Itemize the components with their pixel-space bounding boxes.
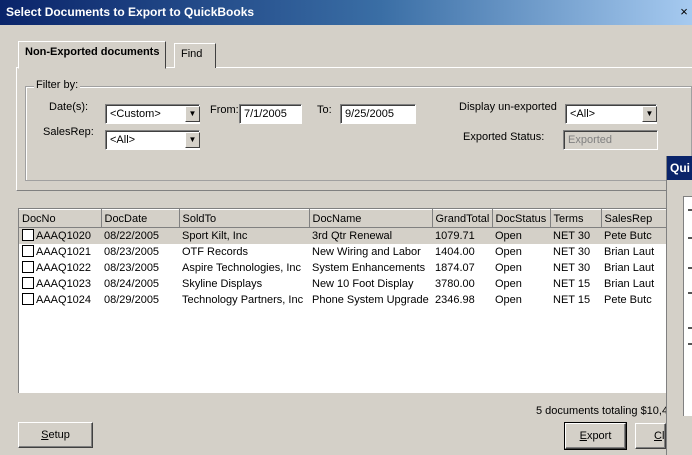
column-header-docstatus[interactable]: DocStatus xyxy=(492,209,551,228)
table-header-row: DocNo DocDate SoldTo DocName GrandTotal … xyxy=(19,209,678,228)
docname-cell: 3rd Qtr Renewal xyxy=(312,229,393,242)
docno-text: AAAQ1022 xyxy=(36,262,92,274)
overlay-text-fragment xyxy=(688,292,692,294)
terms-cell: NET 30 xyxy=(553,229,591,242)
docname-cell: New Wiring and Labor xyxy=(312,245,421,258)
row-checkbox[interactable] xyxy=(22,293,34,305)
docname-cell: Phone System Upgrade xyxy=(312,293,429,306)
grandtotal-cell: 1079.71 xyxy=(435,229,475,242)
soldto-cell: Skyline Displays xyxy=(182,277,263,290)
setup-label-rest: etup xyxy=(48,429,70,441)
docno-text: AAAQ1021 xyxy=(36,246,92,258)
tab-non-exported-documents[interactable]: Non-Exported documents xyxy=(18,41,167,69)
docno-cell: AAAQ1020 xyxy=(19,228,101,244)
terms-cell: NET 15 xyxy=(553,277,591,290)
export-label-rest: xport xyxy=(586,430,612,442)
column-header-soldto[interactable]: SoldTo xyxy=(179,209,310,228)
docstatus-cell: Open xyxy=(495,293,522,306)
grandtotal-cell: 3780.00 xyxy=(435,277,475,290)
grandtotal-cell: 2346.98 xyxy=(435,293,475,306)
export-mnemonic: E xyxy=(579,430,587,442)
grandtotal-cell: 1874.07 xyxy=(435,261,475,274)
docstatus-cell: Open xyxy=(495,261,522,274)
from-label: From: xyxy=(210,104,239,116)
docstatus-cell: Open xyxy=(495,277,522,290)
close-icon[interactable]: × xyxy=(678,5,690,19)
chevron-down-icon[interactable]: ▼ xyxy=(185,132,200,148)
chevron-down-icon[interactable]: ▼ xyxy=(185,106,200,122)
column-header-docdate[interactable]: DocDate xyxy=(101,209,180,228)
column-header-docname[interactable]: DocName xyxy=(309,209,433,228)
docdate-cell: 08/23/2005 xyxy=(104,261,160,274)
table-row[interactable]: AAAQ1023 08/24/2005 Skyline Displays New… xyxy=(19,276,678,292)
table-row[interactable]: AAAQ1021 08/23/2005 OTF Records New Wiri… xyxy=(19,244,678,260)
overlay-text-fragment xyxy=(688,209,692,211)
row-checkbox[interactable] xyxy=(22,229,34,242)
dates-combo[interactable]: <Custom> ▼ xyxy=(105,104,200,124)
summary-text: 5 documents totaling $10,4 xyxy=(536,405,669,417)
column-header-terms[interactable]: Terms xyxy=(550,209,602,228)
salesrep-combo[interactable]: <All> ▼ xyxy=(105,130,200,150)
exported-status-label: Exported Status: xyxy=(463,131,545,143)
from-date-input[interactable]: 7/1/2005 xyxy=(239,104,302,124)
docno-cell: AAAQ1022 xyxy=(19,260,101,276)
overlay-body xyxy=(683,196,692,416)
docno-cell: AAAQ1024 xyxy=(19,292,101,308)
docstatus-cell: Open xyxy=(495,229,522,242)
docno-text: AAAQ1020 xyxy=(36,230,92,243)
docname-cell: New 10 Foot Display xyxy=(312,277,414,290)
terms-cell: NET 15 xyxy=(553,293,591,306)
docname-cell: System Enhancements xyxy=(312,261,426,274)
overlay-text-fragment xyxy=(688,237,692,239)
row-checkbox[interactable] xyxy=(22,277,34,289)
docdate-cell: 08/29/2005 xyxy=(104,293,160,306)
to-date-input[interactable]: 9/25/2005 xyxy=(340,104,416,124)
overlay-text-fragment xyxy=(688,267,692,269)
close-mnemonic: C xyxy=(654,430,662,442)
export-button[interactable]: Export xyxy=(564,422,627,450)
overlay-text-fragment xyxy=(688,343,692,345)
grandtotal-cell: 1404.00 xyxy=(435,245,475,258)
close-button[interactable]: Cl xyxy=(635,423,666,449)
display-unexported-combo[interactable]: <All> ▼ xyxy=(565,104,657,124)
table-row[interactable]: AAAQ1022 08/23/2005 Aspire Technologies,… xyxy=(19,260,678,276)
tab-find[interactable]: Find xyxy=(174,43,216,68)
quickbooks-overlay-window[interactable]: Qui xyxy=(666,156,692,455)
exported-status-field: Exported xyxy=(563,130,658,150)
chevron-down-icon[interactable]: ▼ xyxy=(642,106,657,122)
soldto-cell: Sport Kilt, Inc xyxy=(182,229,248,242)
overlay-text-fragment xyxy=(688,327,692,329)
overlay-title: Qui xyxy=(667,156,692,180)
display-unexported-label: Display un-exported xyxy=(459,101,557,113)
table-row[interactable]: AAAQ1020 08/22/2005 Sport Kilt, Inc 3rd … xyxy=(19,227,678,244)
salesrep-label: SalesRep: xyxy=(43,126,94,138)
docno-text: AAAQ1023 xyxy=(36,278,92,290)
soldto-cell: Technology Partners, Inc xyxy=(182,293,304,306)
row-checkbox[interactable] xyxy=(22,245,34,257)
docno-text: AAAQ1024 xyxy=(36,294,92,306)
to-label: To: xyxy=(317,104,332,116)
filter-legend: Filter by: xyxy=(34,79,81,91)
table-row[interactable]: AAAQ1024 08/29/2005 Technology Partners,… xyxy=(19,292,678,308)
docdate-cell: 08/22/2005 xyxy=(104,229,160,242)
docdate-cell: 08/23/2005 xyxy=(104,245,160,258)
dates-label: Date(s): xyxy=(49,101,89,113)
terms-cell: NET 30 xyxy=(553,261,591,274)
docno-cell: AAAQ1021 xyxy=(19,244,101,260)
docstatus-cell: Open xyxy=(495,245,522,258)
docno-cell: AAAQ1023 xyxy=(19,276,101,292)
terms-cell: NET 30 xyxy=(553,245,591,258)
title-bar: Select Documents to Export to QuickBooks… xyxy=(0,0,692,25)
column-header-grandtotal[interactable]: GrandTotal xyxy=(432,209,493,228)
setup-button[interactable]: Setup xyxy=(18,422,93,448)
docdate-cell: 08/24/2005 xyxy=(104,277,160,290)
close-label-rest: l xyxy=(661,430,665,442)
documents-list[interactable]: DocNo DocDate SoldTo DocName GrandTotal … xyxy=(18,208,678,393)
row-checkbox[interactable] xyxy=(22,261,34,273)
documents-table: DocNo DocDate SoldTo DocName GrandTotal … xyxy=(19,209,678,308)
soldto-cell: Aspire Technologies, Inc xyxy=(182,261,302,274)
soldto-cell: OTF Records xyxy=(182,245,249,258)
column-header-docno[interactable]: DocNo xyxy=(19,209,102,228)
window-title: Select Documents to Export to QuickBooks xyxy=(6,5,255,19)
